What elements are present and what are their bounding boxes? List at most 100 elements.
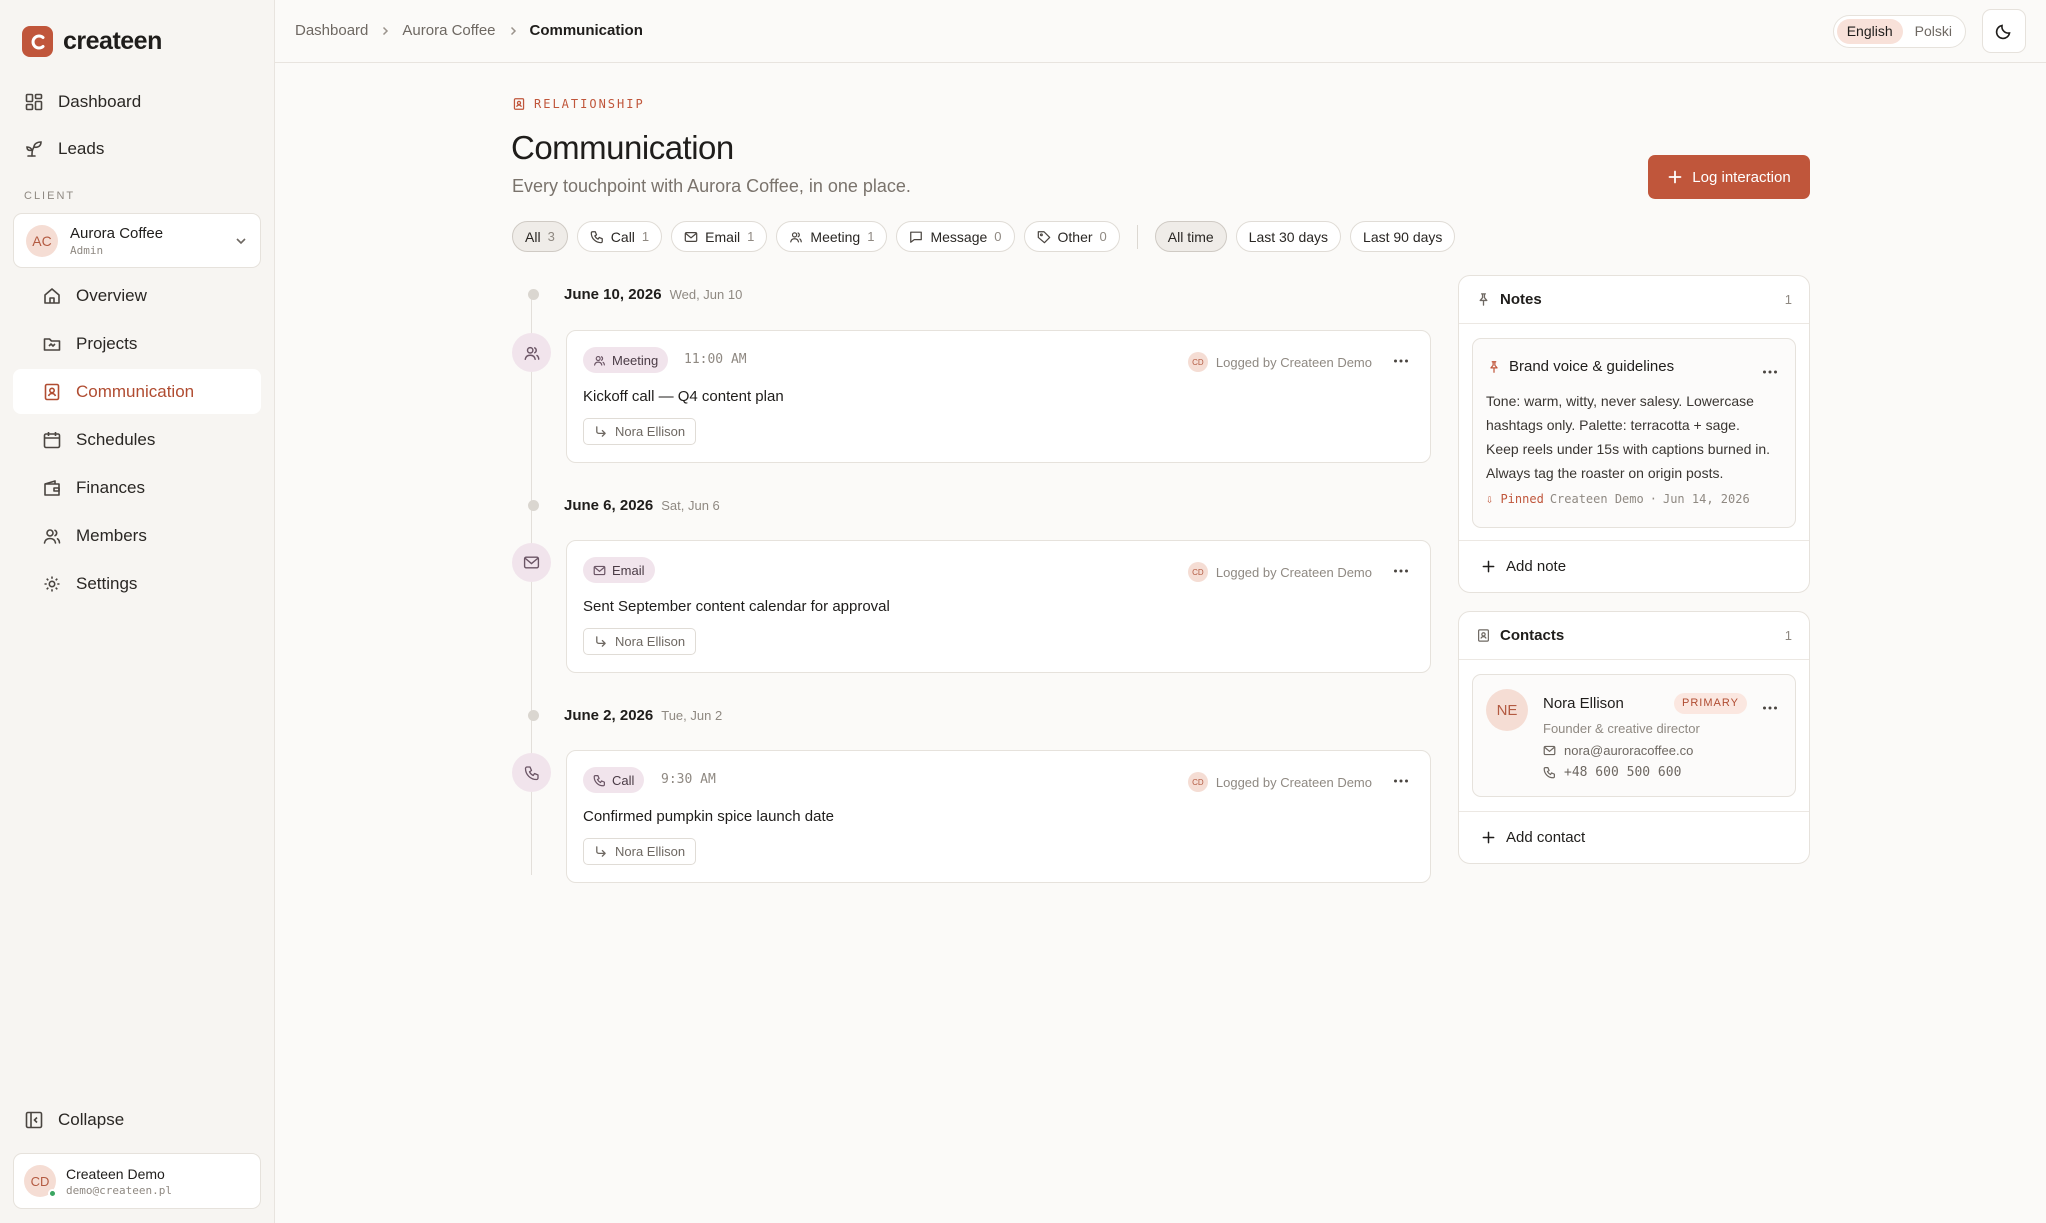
calendar-icon — [43, 431, 61, 448]
users-icon — [594, 355, 605, 366]
home-icon — [44, 287, 60, 304]
user-menu[interactable]: CD Createen Demo demo@createen.pl — [13, 1153, 261, 1209]
timeline-entry[interactable]: Meeting 11:00 AM CD Logged by Createen D… — [566, 330, 1431, 463]
contacts-title: Contacts — [1500, 627, 1565, 644]
lang-option-polski[interactable]: Polski — [1905, 19, 1962, 44]
nav-item-label: Projects — [76, 333, 138, 353]
filter-chip-email[interactable]: Email 1 — [671, 221, 768, 252]
entry-title: Kickoff call — Q4 content plan — [583, 388, 784, 405]
contact-email: nora@auroracoffee.co — [1564, 743, 1694, 758]
nav-item-finances[interactable]: Finances — [13, 465, 261, 510]
entry-type-badge: Email — [583, 557, 655, 583]
contact-card[interactable]: NE Nora Ellison PRIMARY Founder & creati… — [1472, 674, 1796, 797]
theme-toggle-button[interactable] — [1982, 9, 2026, 53]
contact-avatar: NE — [1486, 689, 1528, 731]
chip-label: Last 90 days — [1363, 228, 1443, 245]
filter-chip-all[interactable]: All 3 — [512, 221, 568, 252]
chevron-right-icon — [383, 26, 389, 35]
filter-chip-call[interactable]: Call 1 — [576, 221, 663, 252]
nav-item-dashboard[interactable]: Dashboard — [12, 80, 262, 124]
contact-book-icon — [1478, 629, 1489, 642]
entry-contact-chip[interactable]: Nora Ellison — [583, 418, 697, 445]
pinned-text: Pinned — [1500, 492, 1544, 506]
logger-avatar: CD — [1187, 772, 1208, 792]
chip-count: 1 — [641, 229, 650, 244]
range-chip-all-time[interactable]: All time — [1154, 221, 1227, 252]
mail-icon — [1543, 745, 1556, 756]
log-interaction-button[interactable]: Log interaction — [1648, 155, 1810, 199]
more-options-icon[interactable] — [1392, 772, 1410, 790]
range-chip-last-30-days[interactable]: Last 30 days — [1235, 221, 1342, 252]
phone-icon — [590, 230, 603, 243]
breadcrumb-client[interactable]: Aurora Coffee — [402, 22, 495, 39]
filter-chip-meeting[interactable]: Meeting 1 — [776, 221, 888, 252]
nav-item-members[interactable]: Members — [13, 513, 261, 558]
entry-time: 9:30 AM — [661, 772, 716, 787]
chip-label: Call — [610, 228, 635, 245]
add-contact-button[interactable]: Add contact — [1459, 811, 1809, 863]
chip-label: Last 30 days — [1248, 228, 1329, 245]
nav-item-schedules[interactable]: Schedules — [13, 417, 261, 462]
contact-phone-row[interactable]: +48 600 500 600 — [1543, 765, 1681, 780]
logged-by-text: Logged by Createen Demo — [1215, 774, 1372, 790]
users-icon — [790, 231, 803, 242]
nav-item-projects[interactable]: Projects — [13, 321, 261, 366]
nav-item-leads[interactable]: Leads — [12, 127, 262, 171]
nav-item-settings[interactable]: Settings — [13, 561, 261, 606]
day-weekday: Sat, Jun 6 — [661, 498, 720, 513]
collapse-button[interactable]: Collapse — [24, 1110, 124, 1130]
plus-icon — [1482, 831, 1495, 844]
chip-count: 0 — [1099, 229, 1107, 244]
notes-count: 1 — [1784, 292, 1792, 307]
filter-chip-message[interactable]: Message 0 — [896, 221, 1015, 252]
breadcrumb-current: Communication — [529, 22, 643, 39]
chip-count: 1 — [747, 229, 755, 244]
nav-item-label: Overview — [76, 285, 147, 305]
more-options-icon[interactable] — [1392, 352, 1410, 370]
contacts-panel: Contacts 1 NE Nora Ellison PRIMARY Found… — [1458, 611, 1810, 864]
chip-label: All — [525, 228, 541, 245]
lang-option-english[interactable]: English — [1836, 19, 1903, 44]
logo[interactable]: createen — [22, 26, 162, 57]
entry-contact-chip[interactable]: Nora Ellison — [583, 628, 697, 655]
entry-contact-chip[interactable]: Nora Ellison — [583, 838, 697, 865]
reply-arrow-icon — [596, 636, 606, 647]
note-meta: ⇩ Pinned Createen Demo · Jun 14, 2026 — [1486, 492, 1750, 506]
client-avatar: AC — [26, 224, 58, 257]
timeline-day-dot — [528, 500, 539, 511]
page-subtitle: Every touchpoint with Aurora Coffee, in … — [512, 176, 911, 196]
timeline-entry[interactable]: Email CD Logged by Createen Demo Sent Se… — [566, 540, 1431, 673]
nav-item-label: Dashboard — [58, 92, 142, 111]
entry-type-badge: Call — [583, 767, 645, 793]
chevron-right-icon — [510, 26, 516, 35]
filter-divider — [1136, 224, 1138, 249]
phone-icon — [524, 765, 539, 780]
entry-logged-by: CD Logged by Createen Demo — [1187, 562, 1372, 582]
plus-icon — [1482, 560, 1495, 573]
logger-avatar: CD — [1187, 562, 1208, 582]
nav-item-overview[interactable]: Overview — [13, 273, 261, 318]
more-options-icon[interactable] — [1392, 562, 1410, 580]
section-label-client: CLIENT — [24, 190, 76, 202]
mail-icon — [593, 565, 606, 575]
sidebar: createen Dashboard Leads CLIENT AC Auror… — [0, 0, 275, 1223]
nav-item-label: Finances — [76, 477, 145, 497]
more-options-icon[interactable] — [1761, 363, 1779, 381]
timeline-day-header: June 6, 2026 Sat, Jun 6 — [564, 497, 720, 514]
nav-item-communication[interactable]: Communication — [13, 369, 261, 414]
chip-count: 0 — [994, 229, 1002, 244]
timeline-entry[interactable]: Call 9:30 AM CD Logged by Createen Demo … — [566, 750, 1431, 883]
entry-title: Confirmed pumpkin spice launch date — [583, 808, 834, 825]
range-chip-last-90-days[interactable]: Last 90 days — [1350, 221, 1456, 252]
add-note-button[interactable]: Add note — [1459, 540, 1809, 592]
more-options-icon[interactable] — [1761, 699, 1779, 717]
contacts-count: 1 — [1784, 628, 1792, 643]
notes-title: Notes — [1500, 291, 1542, 308]
page-eyebrow: RELATIONSHIP — [512, 97, 645, 111]
client-switcher[interactable]: AC Aurora Coffee Admin — [13, 213, 261, 268]
filter-chip-other[interactable]: Other 0 — [1023, 221, 1120, 252]
note-card[interactable]: Brand voice & guidelines Tone: warm, wit… — [1472, 338, 1796, 528]
breadcrumb-dashboard[interactable]: Dashboard — [295, 22, 368, 39]
contact-email-row[interactable]: nora@auroracoffee.co — [1543, 743, 1693, 758]
timeline-day-dot — [528, 289, 539, 300]
